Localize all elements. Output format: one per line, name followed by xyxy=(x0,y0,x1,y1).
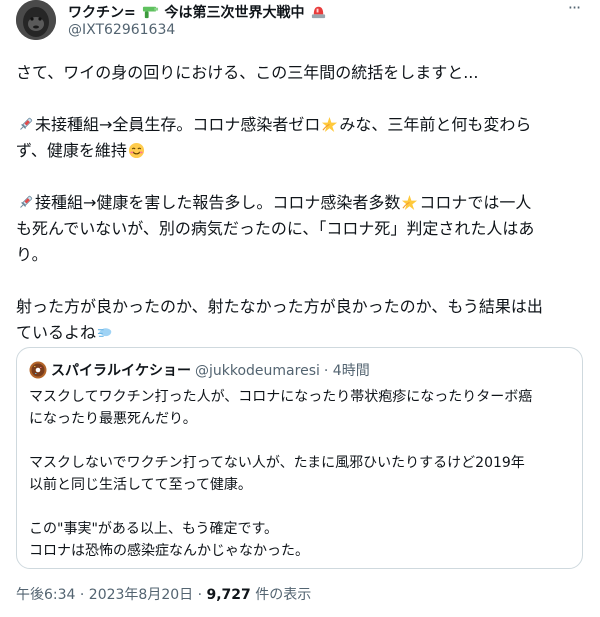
tweet-line: ているよね xyxy=(16,320,584,346)
donut-avatar[interactable] xyxy=(29,361,47,379)
dizzy-emoji xyxy=(322,116,338,133)
quoted-author-name[interactable]: スパイラルイケショー xyxy=(51,363,191,379)
tweet-text-segment: みな、三年前と何も変わら xyxy=(339,115,532,134)
tweet-text-segment: ず、健康を維持 xyxy=(16,141,127,160)
tweet-timestamp[interactable]: 午後6:34 · 2023年8月20日 · xyxy=(16,587,207,603)
siren-emoji xyxy=(312,6,326,19)
tweet-text-segment: 接種組→健康を害した報告多し。コロナ感染者多数 xyxy=(35,193,401,212)
tweet-text: さて、ワイの身の回りにおける、この三年間の統括をしますと... 未接種組→全員生… xyxy=(16,60,584,346)
quoted-line: マスクしないでワクチン打ってない人が、たまに風邪ひいたりするけど2019年 xyxy=(29,455,525,471)
tweet-header: ワクチン= 今は第三次世界大戦中 @IXT62961634 ··· xyxy=(16,0,584,48)
quoted-line: この"事実"がある以上、もう確定です。 xyxy=(29,521,279,537)
quoted-line: 以前と同じ生活してて至って健康。 xyxy=(29,477,252,493)
more-icon[interactable]: ··· xyxy=(564,0,584,22)
quoted-author-handle[interactable]: @jukkodeumaresi xyxy=(195,363,320,379)
tweet-text-segment: 未接種組→全員生存。コロナ感染者ゼロ xyxy=(35,115,321,134)
view-count: 9,727 xyxy=(206,587,251,603)
tweet-line: ず、健康を維持 xyxy=(16,138,584,164)
author-display-name[interactable]: ワクチン= 今は第三次世界大戦中 xyxy=(68,2,328,22)
author-avatar[interactable] xyxy=(16,0,56,40)
quoted-line: になったり最悪死んだり。 xyxy=(29,411,197,427)
tweet-text-segment: ているよね xyxy=(16,323,97,342)
smile-emoji xyxy=(128,142,144,159)
author-handle[interactable]: @IXT62961634 xyxy=(68,22,175,38)
tweet-footer: 午後6:34 · 2023年8月20日 · 9,727 件の表示 xyxy=(16,584,311,604)
quoted-timestamp[interactable]: · 4時間 xyxy=(324,363,370,379)
quoted-line: マスクしてワクチン打った人が、コロナになったり帯状疱疹になったりターボ癌 xyxy=(29,389,533,405)
tweet-card: ワクチン= 今は第三次世界大戦中 @IXT62961634 ··· さて、ワイの… xyxy=(0,0,600,617)
tweet-line: さて、ワイの身の回りにおける、この三年間の統括をしますと... xyxy=(16,63,479,82)
tweet-line: も死んでいないが、別の病気だったのに、「コロナ死」判定された人はあ xyxy=(16,219,535,238)
display-name-text: ワクチン= xyxy=(68,5,136,21)
syringe-emoji xyxy=(20,117,33,130)
tweet-line: 射った方が良かったのか、射たなかった方が良かったのか、もう結果は出 xyxy=(16,297,543,316)
quoted-tweet[interactable]: スパイラルイケショー @jukkodeumaresi · 4時間 マスクしてワクチン… xyxy=(16,347,583,569)
quoted-tweet-header: スパイラルイケショー @jukkodeumaresi · 4時間 xyxy=(29,360,370,380)
gun-emoji xyxy=(142,6,158,19)
syringe-emoji xyxy=(20,195,33,208)
view-label: 件の表示 xyxy=(250,587,312,603)
tweet-line: り。 xyxy=(16,245,48,264)
dash-emoji xyxy=(97,328,112,337)
display-name-tail: 今は第三次世界大戦中 xyxy=(164,5,305,21)
tweet-line: 未接種組→全員生存。コロナ感染者ゼロ みな、三年前と何も変わら xyxy=(16,112,584,138)
tweet-text-segment: コロナでは一人 xyxy=(419,193,532,212)
quoted-line: コロナは恐怖の感染症なんかじゃなかった。 xyxy=(29,543,309,559)
tweet-line: 接種組→健康を害した報告多し。コロナ感染者多数 コロナでは一人 xyxy=(16,190,584,216)
quoted-tweet-text: マスクしてワクチン打った人が、コロナになったり帯状疱疹になったりターボ癌 になっ… xyxy=(29,386,532,562)
dizzy-emoji xyxy=(402,194,418,211)
